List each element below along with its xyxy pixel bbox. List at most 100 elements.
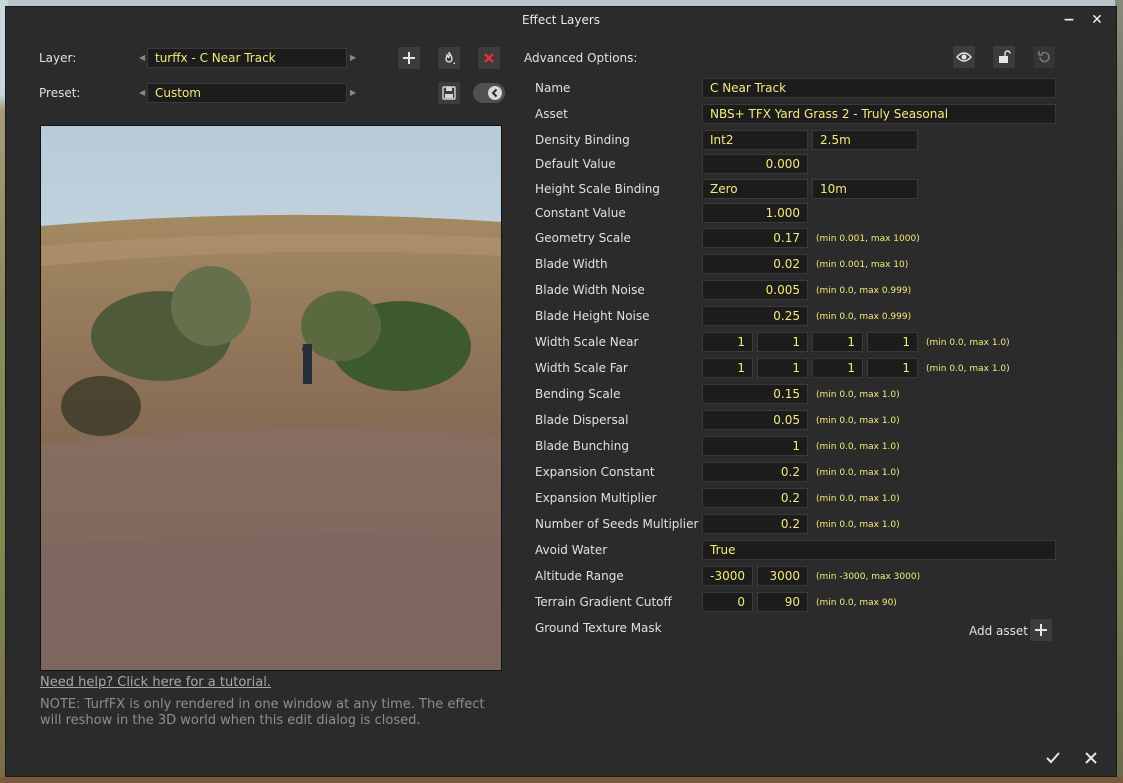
height-scale-binding-label: Height Scale Binding	[535, 182, 660, 196]
check-icon	[1046, 752, 1060, 764]
bending-scale-label: Bending Scale	[535, 387, 621, 401]
expansion-multiplier-hint: (min 0.0, max 1.0)	[816, 494, 900, 504]
altitude-max-field[interactable]: 3000	[757, 566, 808, 586]
ground-texture-mask-label: Ground Texture Mask	[535, 621, 662, 635]
undo-icon	[1038, 51, 1050, 63]
width-scale-far-label: Width Scale Far	[535, 361, 628, 375]
altitude-min-field[interactable]: -3000	[702, 566, 753, 586]
avoid-water-field[interactable]: True	[702, 540, 1056, 560]
blade-height-noise-hint: (min 0.0, max 0.999)	[816, 312, 912, 322]
expansion-multiplier-field[interactable]: 0.2	[702, 488, 808, 508]
preset-next-arrow[interactable]: ▶	[350, 83, 356, 103]
advanced-options-title: Advanced Options:	[524, 51, 638, 65]
minimize-button[interactable]: −	[1059, 10, 1079, 30]
bending-scale-field[interactable]: 0.15	[702, 384, 808, 404]
blade-bunching-label: Blade Bunching	[535, 439, 629, 453]
width-scale-near-label: Width Scale Near	[535, 335, 639, 349]
default-value-field[interactable]: 0.000	[702, 154, 808, 174]
expansion-multiplier-label: Expansion Multiplier	[535, 491, 657, 505]
density-binding-range[interactable]: 2.5m	[812, 130, 918, 150]
avoid-water-label: Avoid Water	[535, 543, 608, 557]
render-note: NOTE: TurfFX is only rendered in one win…	[40, 697, 485, 728]
add-asset-button[interactable]	[1029, 618, 1053, 642]
preset-select[interactable]: Custom	[147, 83, 347, 103]
cancel-button[interactable]	[1079, 746, 1103, 770]
save-icon	[442, 86, 456, 100]
blade-bunching-field[interactable]: 1	[702, 436, 808, 456]
width-scale-far-field-4[interactable]: 1	[867, 358, 918, 378]
blade-height-noise-label: Blade Height Noise	[535, 309, 650, 323]
layer-prev-arrow[interactable]: ◀	[139, 48, 145, 68]
blade-width-hint: (min 0.001, max 10)	[816, 260, 909, 270]
preview-toggle[interactable]	[473, 83, 505, 103]
gradient-max-field[interactable]: 90	[757, 592, 808, 612]
blade-width-field[interactable]: 0.02	[702, 254, 808, 274]
name-label: Name	[535, 81, 571, 95]
blade-dispersal-label: Blade Dispersal	[535, 413, 629, 427]
add-layer-button[interactable]	[397, 46, 421, 70]
close-icon	[1085, 752, 1097, 764]
width-scale-far-field-3[interactable]: 1	[812, 358, 863, 378]
height-binding-type[interactable]: Zero	[702, 179, 808, 199]
constant-value-field[interactable]: 1.000	[702, 203, 808, 223]
density-binding-type[interactable]: Int2	[702, 130, 808, 150]
confirm-button[interactable]	[1041, 746, 1065, 770]
blade-dispersal-hint: (min 0.0, max 1.0)	[816, 416, 900, 426]
add-asset-label: Add asset	[969, 624, 1028, 638]
expansion-constant-field[interactable]: 0.2	[702, 462, 808, 482]
asset-label: Asset	[535, 107, 568, 121]
constant-value-label: Constant Value	[535, 206, 626, 220]
width-scale-near-hint: (min 0.0, max 1.0)	[926, 338, 1010, 348]
save-preset-button[interactable]	[437, 81, 461, 105]
width-scale-far-field-1[interactable]: 1	[702, 358, 753, 378]
gradient-min-field[interactable]: 0	[702, 592, 753, 612]
layer-next-arrow[interactable]: ▶	[350, 48, 356, 68]
altitude-range-hint: (min -3000, max 3000)	[816, 572, 921, 582]
terrain-gradient-label: Terrain Gradient Cutoff	[535, 595, 672, 609]
title-bar[interactable]: Effect Layers − ✕	[6, 7, 1116, 33]
name-field[interactable]: C Near Track	[702, 78, 1056, 98]
preset-prev-arrow[interactable]: ◀	[139, 83, 145, 103]
blade-width-noise-hint: (min 0.0, max 0.999)	[816, 286, 912, 296]
asset-field[interactable]: NBS+ TFX Yard Grass 2 - Truly Seasonal	[702, 104, 1056, 124]
plus-icon	[1035, 624, 1047, 636]
seeds-multiplier-field[interactable]: 0.2	[702, 514, 808, 534]
close-window-button[interactable]: ✕	[1087, 10, 1107, 30]
preset-label: Preset:	[39, 86, 81, 100]
terrain-gradient-hint: (min 0.0, max 90)	[816, 598, 897, 608]
width-scale-near-field-1[interactable]: 1	[702, 332, 753, 352]
width-scale-near-field-4[interactable]: 1	[867, 332, 918, 352]
seeds-multiplier-label: Number of Seeds Multiplier	[535, 517, 699, 531]
plus-icon	[403, 52, 415, 64]
geometry-scale-label: Geometry Scale	[535, 231, 631, 245]
blade-width-noise-field[interactable]: 0.005	[702, 280, 808, 300]
height-binding-range[interactable]: 10m	[812, 179, 918, 199]
blade-bunching-hint: (min 0.0, max 1.0)	[816, 442, 900, 452]
bending-scale-hint: (min 0.0, max 1.0)	[816, 390, 900, 400]
layer-select[interactable]: turffx - C Near Track	[147, 48, 347, 68]
expansion-constant-hint: (min 0.0, max 1.0)	[816, 468, 900, 478]
layer-label: Layer:	[39, 51, 77, 65]
geometry-scale-field[interactable]: 0.17	[702, 228, 808, 248]
blade-height-noise-field[interactable]: 0.25	[702, 306, 808, 326]
delete-layer-button[interactable]	[477, 46, 501, 70]
terrain-preview-image	[40, 125, 502, 671]
blade-dispersal-field[interactable]: 0.05	[702, 410, 808, 430]
width-scale-near-field-2[interactable]: 1	[757, 332, 808, 352]
width-scale-far-field-2[interactable]: 1	[757, 358, 808, 378]
width-scale-near-field-3[interactable]: 1	[812, 332, 863, 352]
undo-button[interactable]	[1032, 45, 1056, 69]
tutorial-link[interactable]: Need help? Click here for a tutorial.	[40, 675, 271, 690]
visibility-button[interactable]	[952, 45, 976, 69]
eye-icon	[956, 52, 972, 62]
toggle-icon	[488, 86, 502, 100]
expansion-constant-label: Expansion Constant	[535, 465, 655, 479]
blade-width-label: Blade Width	[535, 257, 608, 271]
blade-width-noise-label: Blade Width Noise	[535, 283, 645, 297]
width-scale-far-hint: (min 0.0, max 1.0)	[926, 364, 1010, 374]
flame-icon	[445, 51, 455, 64]
lock-button[interactable]	[992, 45, 1016, 69]
seeds-multiplier-hint: (min 0.0, max 1.0)	[816, 520, 900, 530]
effect-type-button[interactable]	[437, 46, 461, 70]
effect-layers-dialog: Effect Layers − ✕ Layer: ◀ turffx - C Ne…	[5, 6, 1117, 777]
